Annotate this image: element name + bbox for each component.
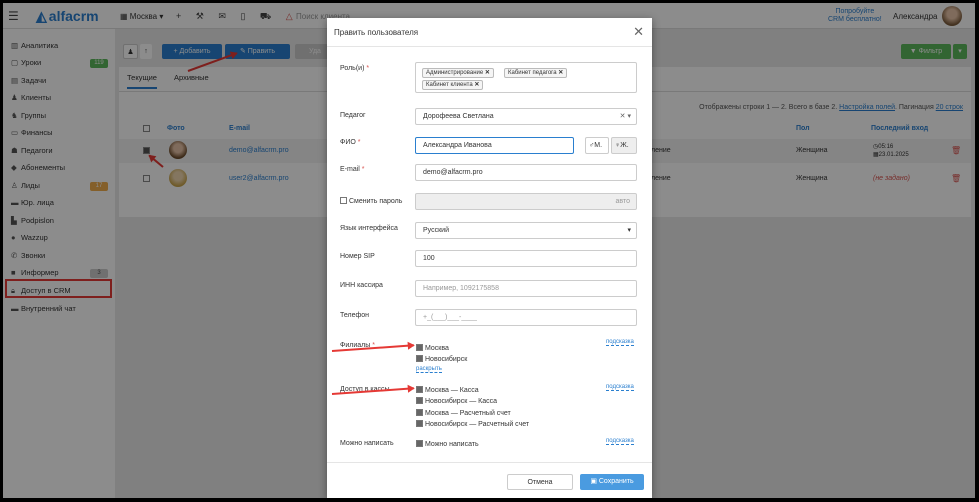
checkbox-checked[interactable] — [416, 409, 423, 416]
cash-checkbox[interactable]: Москва — Расчетный счет — [416, 409, 511, 417]
dialog-title: Править пользователя — [334, 28, 419, 37]
remove-tag-icon[interactable]: ✕ — [485, 70, 490, 76]
roles-label: Роль(и) * — [340, 65, 370, 72]
email-field[interactable]: demo@alfacrm.pro — [415, 164, 637, 181]
roles-select[interactable]: Администрирование ✕ Кабинет педагога ✕ К… — [415, 62, 637, 93]
role-tag: Кабинет клиента ✕ — [422, 80, 484, 90]
sip-label: Номер SIP — [340, 253, 375, 260]
phone-field[interactable]: +_(___)___-____ — [415, 309, 637, 326]
checkbox-checked[interactable] — [416, 420, 423, 427]
expand-link[interactable]: раскрыть — [416, 366, 442, 373]
checkbox-checked[interactable] — [416, 440, 423, 447]
checkbox-checked[interactable] — [416, 344, 423, 351]
checkbox-checked[interactable] — [416, 355, 423, 362]
app-window: ☰ ◭ alfacrm ▦ Москва ▾ + ⚒ ✉ ▯ ⛟ △ Поиск … — [3, 3, 975, 498]
branch-checkbox[interactable]: Москва — [416, 344, 449, 352]
cash-checkbox[interactable]: Новосибирск — Расчетный счет — [416, 420, 529, 428]
remove-tag-icon[interactable]: ✕ — [558, 70, 563, 76]
save-icon: ▣ — [590, 478, 599, 485]
can-write-label: Можно написать — [340, 440, 394, 447]
language-select[interactable]: Русский ▾ — [415, 222, 637, 239]
fio-label: ФИО * — [340, 139, 361, 146]
change-password-checkbox[interactable] — [340, 197, 347, 204]
divider — [327, 462, 652, 463]
teacher-label: Педагог — [340, 112, 366, 119]
chevron-down-icon: ▾ — [627, 227, 631, 234]
gender-male-button[interactable]: ♂М. — [585, 137, 609, 154]
checkbox-checked[interactable] — [416, 386, 423, 393]
change-password-label[interactable]: Сменить пароль — [340, 197, 402, 205]
inn-field[interactable]: Например, 1092175858 — [415, 280, 637, 297]
checkbox-checked[interactable] — [416, 397, 423, 404]
password-field: авто — [415, 193, 637, 210]
branch-checkbox[interactable]: Новосибирск — [416, 355, 467, 363]
sip-field[interactable]: 100 — [415, 250, 637, 267]
cash-checkbox[interactable]: Москва — Касса — [416, 386, 479, 394]
remove-tag-icon[interactable]: ✕ — [474, 82, 479, 88]
role-tag: Администрирование ✕ — [422, 68, 494, 78]
close-icon[interactable]: ✕ — [633, 24, 644, 40]
inn-label: ИНН кассира — [340, 282, 383, 289]
teacher-select[interactable]: Дорофеева Светлана ✕ ▾ — [415, 108, 637, 125]
can-write-checkbox[interactable]: Можно написать — [416, 440, 479, 448]
hint-link[interactable]: подсказка — [606, 384, 634, 391]
language-label: Язык интерфейса — [340, 225, 398, 232]
role-tag: Кабинет педагога ✕ — [504, 68, 568, 78]
hint-link[interactable]: подсказка — [606, 438, 634, 445]
cancel-button[interactable]: Отмена — [507, 474, 573, 490]
divider — [327, 46, 652, 47]
gender-female-button[interactable]: ♀Ж. — [611, 137, 637, 154]
edit-user-dialog: Править пользователя ✕ Роль(и) * Админис… — [327, 18, 652, 498]
save-button[interactable]: ▣ Сохранить — [580, 474, 644, 490]
cash-checkbox[interactable]: Новосибирск — Касса — [416, 397, 497, 405]
clear-chevron-icon[interactable]: ✕ ▾ — [620, 109, 631, 124]
hint-link[interactable]: подсказка — [606, 339, 634, 346]
fio-input[interactable]: Александра Иванова — [415, 137, 574, 154]
phone-label: Телефон — [340, 312, 370, 319]
email-label: E-mail * — [340, 166, 365, 173]
